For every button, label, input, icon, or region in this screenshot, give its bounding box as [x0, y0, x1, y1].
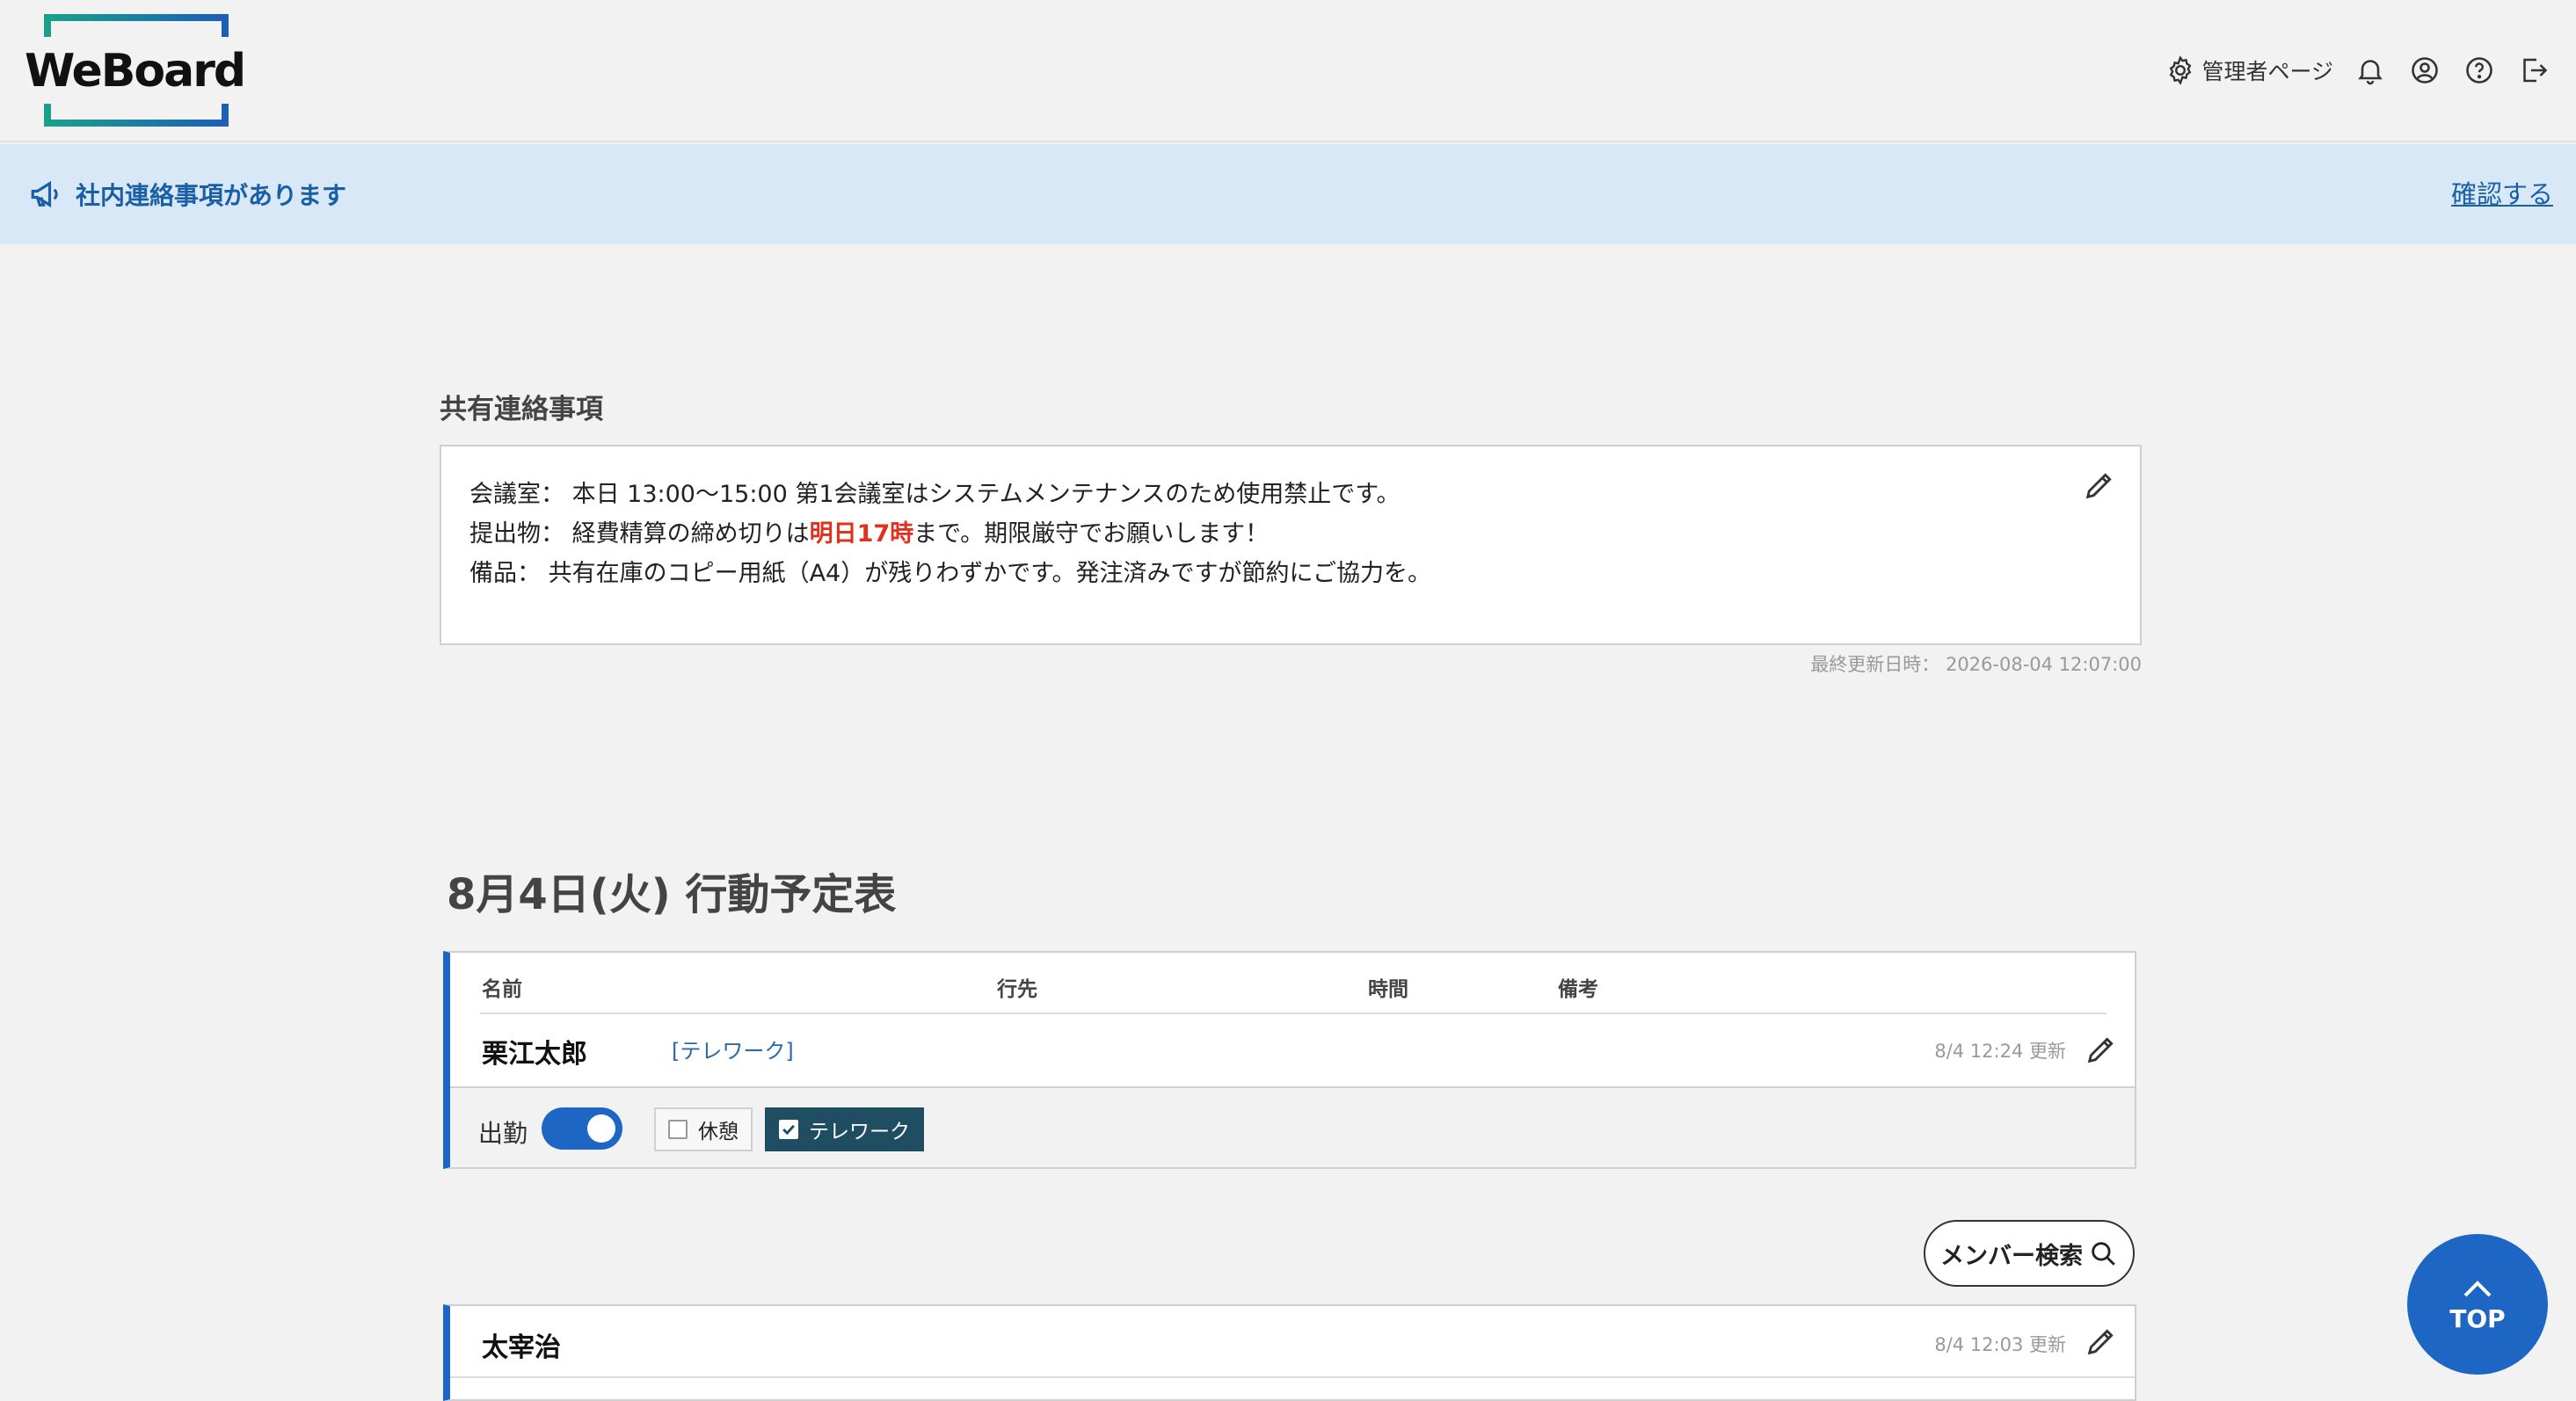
my-schedule-card: 名前 行先 時間 備考 栗江太郎 [テレワーク] 8/4 12:24 更新 出勤…	[443, 951, 2136, 1169]
note-text: 備品： 共有在庫のコピー用紙（A4）が残りわずかです。発注済みですが節約にご協力…	[469, 560, 1431, 587]
notification-button[interactable]	[2353, 53, 2388, 88]
column-header-destination: 行先	[997, 978, 1037, 1001]
shared-note-line: 会議室： 本日 13:00〜15:00 第1会議室はシステムメンテナンスのため使…	[469, 475, 1431, 514]
note-text: 会議室： 本日 13:00〜15:00 第1会議室はシステムメンテナンスのため使…	[469, 481, 1401, 508]
notice-message: 社内連絡事項があります	[28, 176, 346, 213]
shared-note-line: 提出物： 経費精算の締め切りは明日17時まで。期限厳守でお願いします！	[469, 514, 1431, 554]
admin-page-label: 管理者ページ	[2201, 59, 2333, 84]
checkmark-icon	[779, 1120, 798, 1139]
unchecked-box-icon	[668, 1120, 688, 1139]
member-search-label: メンバー検索	[1940, 1242, 2083, 1270]
notice-bar: 社内連絡事項があります	[0, 144, 2576, 244]
logo-text: WeBoard	[25, 45, 246, 98]
attendance-label: 出勤	[478, 1119, 528, 1148]
scroll-top-label: TOP	[2449, 1303, 2506, 1333]
bell-icon	[2358, 60, 2383, 85]
scroll-top-button[interactable]: TOP	[2407, 1234, 2548, 1375]
break-checkbox[interactable]: 休憩	[654, 1107, 753, 1151]
edit-member-button[interactable]	[2084, 1324, 2119, 1359]
chevron-up-icon	[2463, 1280, 2492, 1296]
header-divider	[480, 1013, 2107, 1014]
weboard-logo[interactable]: WeBoard	[25, 14, 246, 127]
member-name: 栗江太郎	[482, 1039, 587, 1070]
logo-frame-top	[44, 14, 229, 37]
note-text: まで。期限厳守でお願いします！	[913, 520, 1270, 548]
help-icon	[2466, 57, 2492, 83]
megaphone-icon	[31, 180, 58, 208]
member-card: 太宰治 8/4 12:03 更新	[443, 1304, 2136, 1401]
member-updated: 8/4 12:03 更新	[1934, 1334, 2066, 1355]
confirm-link[interactable]: 確認する	[2451, 174, 2553, 211]
column-header-notes: 備考	[1558, 978, 1598, 1001]
shared-note-line: 備品： 共有在庫のコピー用紙（A4）が残りわずかです。発注済みですが節約にご協力…	[469, 554, 1431, 593]
member-destination: [テレワーク]	[672, 1039, 794, 1063]
logo-frame-bottom	[44, 104, 229, 127]
app-header: WeBoard 管理者ページ	[0, 0, 2576, 142]
shared-notes-title: 共有連絡事項	[440, 394, 603, 425]
notice-text: 社内連絡事項があります	[76, 181, 347, 210]
pencil-icon	[2087, 1329, 2114, 1355]
card-divider	[450, 1376, 2135, 1378]
admin-page-link[interactable]: 管理者ページ	[2165, 54, 2333, 86]
shared-notes-box: 会議室： 本日 13:00〜15:00 第1会議室はシステムメンテナンスのため使…	[440, 445, 2142, 645]
logout-icon	[2523, 58, 2548, 83]
edit-shared-notes-button[interactable]	[2082, 468, 2117, 503]
shared-notes-updated: 最終更新日時： 2026-08-04 12:07:00	[1810, 654, 2142, 675]
telework-label: テレワーク	[809, 1121, 910, 1143]
telework-checkbox[interactable]: テレワーク	[765, 1107, 924, 1151]
member-updated: 8/4 12:24 更新	[1934, 1041, 2066, 1062]
logout-button[interactable]	[2516, 53, 2551, 88]
search-icon	[2092, 1242, 2115, 1266]
account-button[interactable]	[2407, 53, 2442, 88]
gear-icon	[2170, 55, 2192, 85]
user-circle-icon	[2412, 57, 2438, 83]
column-header-name: 名前	[482, 978, 522, 1001]
status-controls: 出勤 休憩 テレワーク	[450, 1086, 2135, 1167]
member-search-button[interactable]: メンバー検索	[1924, 1220, 2135, 1287]
header-nav: 管理者ページ	[2165, 51, 2551, 90]
member-name: 太宰治	[482, 1332, 561, 1363]
column-header-time: 時間	[1368, 978, 1408, 1001]
attendance-toggle[interactable]	[542, 1107, 622, 1150]
schedule-title: 8月4日(火) 行動予定表	[447, 870, 897, 919]
edit-member-button[interactable]	[2084, 1032, 2119, 1067]
shared-notes-content: 会議室： 本日 13:00〜15:00 第1会議室はシステムメンテナンスのため使…	[469, 475, 1431, 593]
note-highlight: 明日17時	[809, 520, 914, 548]
help-button[interactable]	[2462, 53, 2497, 88]
note-text: 提出物： 経費精算の締め切りは	[469, 520, 810, 548]
pencil-icon	[2087, 1037, 2114, 1063]
pencil-icon	[2085, 473, 2112, 499]
break-label: 休憩	[698, 1121, 739, 1143]
